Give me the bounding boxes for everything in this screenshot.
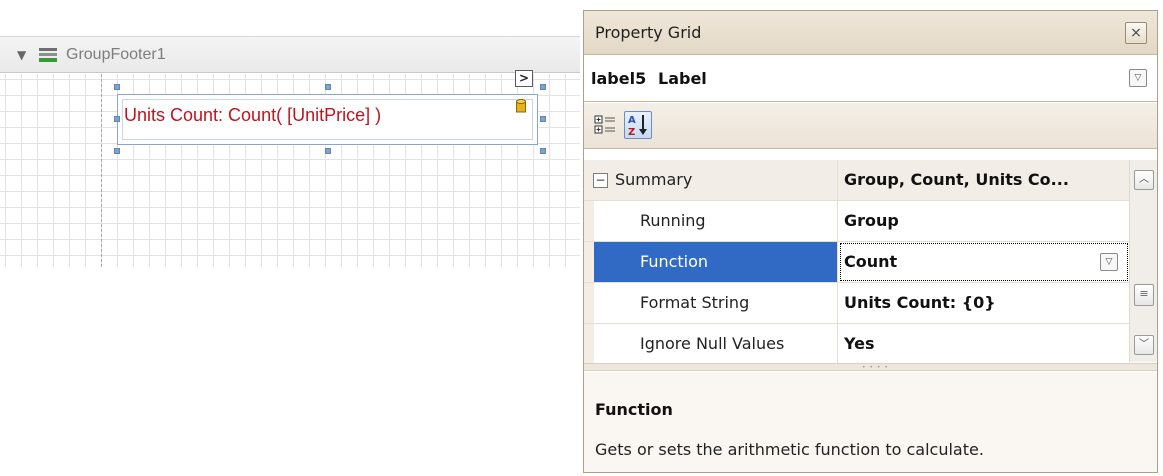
property-name: Summary [615,170,693,189]
resize-handle[interactable] [114,148,120,154]
property-value-cell[interactable]: Group [839,201,1129,241]
selected-object-type: Label [658,69,707,88]
property-value: Count [844,252,898,271]
collapse-arrow-icon[interactable]: ▼ [17,49,26,61]
property-name: Running [640,211,706,230]
property-value-cell[interactable]: Units Count: {0} [839,283,1129,323]
property-row-ignore-null-values[interactable]: Ignore Null Values Yes [584,324,1129,365]
description-splitter[interactable]: • • • • [584,363,1157,371]
band-title: GroupFooter1 [66,46,166,63]
property-name-cell: Ignore Null Values [584,324,838,364]
property-grid-panel: Property Grid × label5 Label ▽ A Z − Sum… [583,10,1158,473]
indent-strip [584,242,594,282]
label-text: Units Count: Count( [UnitPrice] ) [124,105,382,125]
resize-handle[interactable] [325,148,331,154]
property-name-cell: Running [584,201,838,241]
label5-control[interactable]: Units Count: Count( [UnitPrice] ) [117,94,538,145]
chevron-down-icon[interactable]: ▽ [1100,253,1118,271]
categorized-view-button[interactable] [591,111,619,139]
vertical-scrollbar[interactable]: ︿ ≡ ﹀ [1129,160,1157,362]
property-value: Group [844,211,899,230]
property-grid-titlebar[interactable]: Property Grid × [584,11,1157,55]
resize-handle[interactable] [540,116,546,122]
collapse-icon[interactable]: − [593,173,608,188]
left-margin-line [101,74,102,267]
selected-object-name: label5 [591,69,647,88]
group-footer-band-icon [39,48,57,62]
property-value-cell[interactable]: Group, Count, Units Co... [839,160,1129,200]
alphabetical-view-button[interactable]: A Z [624,111,652,139]
scrollbar-thumb[interactable]: ≡ [1134,284,1154,306]
indent-strip [584,283,594,323]
close-icon[interactable]: × [1125,22,1147,44]
resize-handle[interactable] [114,116,120,122]
property-row-running[interactable]: Running Group [584,201,1129,242]
sort-az-icon: A Z [628,115,647,138]
property-value-cell[interactable]: Yes [839,324,1129,364]
data-binding-icon [516,99,526,113]
property-name-cell: Format String [584,283,838,323]
group-footer-band-header[interactable]: ▼ GroupFooter1 [0,36,580,73]
property-name: Format String [640,293,750,312]
svg-text:A: A [628,115,636,126]
property-value: Units Count: {0} [844,293,996,312]
resize-handle[interactable] [325,84,331,90]
property-row-function[interactable]: Function Count ▽ [584,242,1129,283]
property-name-cell: − Summary [584,160,838,200]
svg-text:Z: Z [628,127,635,138]
object-selector[interactable]: label5 Label ▽ [584,56,1157,102]
property-grid-toolbar: A Z [584,103,1157,149]
description-panel: Function Gets or sets the arithmetic fun… [584,372,1157,472]
resize-handle[interactable] [540,148,546,154]
scroll-down-icon[interactable]: ﹀ [1134,335,1154,355]
resize-handle[interactable] [114,84,120,90]
description-title: Function [595,400,673,419]
smart-tag-button[interactable]: > [515,70,533,87]
indent-strip [584,324,594,364]
property-value-editor[interactable]: Count ▽ [839,242,1129,282]
property-row-format-string[interactable]: Format String Units Count: {0} [584,283,1129,324]
grip-icon: • • • • [862,364,889,371]
property-rows: − Summary Group, Count, Units Co... Runn… [584,160,1129,365]
scroll-up-icon[interactable]: ︿ [1134,170,1154,190]
property-name-cell: Function [584,242,838,282]
property-value: Yes [844,334,875,353]
property-row-summary[interactable]: − Summary Group, Count, Units Co... [584,160,1129,201]
report-designer-surface[interactable]: ▼ GroupFooter1 > Units Count: Count( [Un… [0,0,580,476]
chevron-down-icon[interactable]: ▽ [1129,69,1147,87]
resize-handle[interactable] [540,84,546,90]
property-name: Function [640,252,709,271]
description-text: Gets or sets the arithmetic function to … [595,440,984,459]
property-value: Group, Count, Units Co... [844,170,1069,189]
property-name: Ignore Null Values [640,334,785,353]
indent-strip [584,201,594,241]
panel-title: Property Grid [595,23,702,42]
categorized-icon [594,115,615,134]
